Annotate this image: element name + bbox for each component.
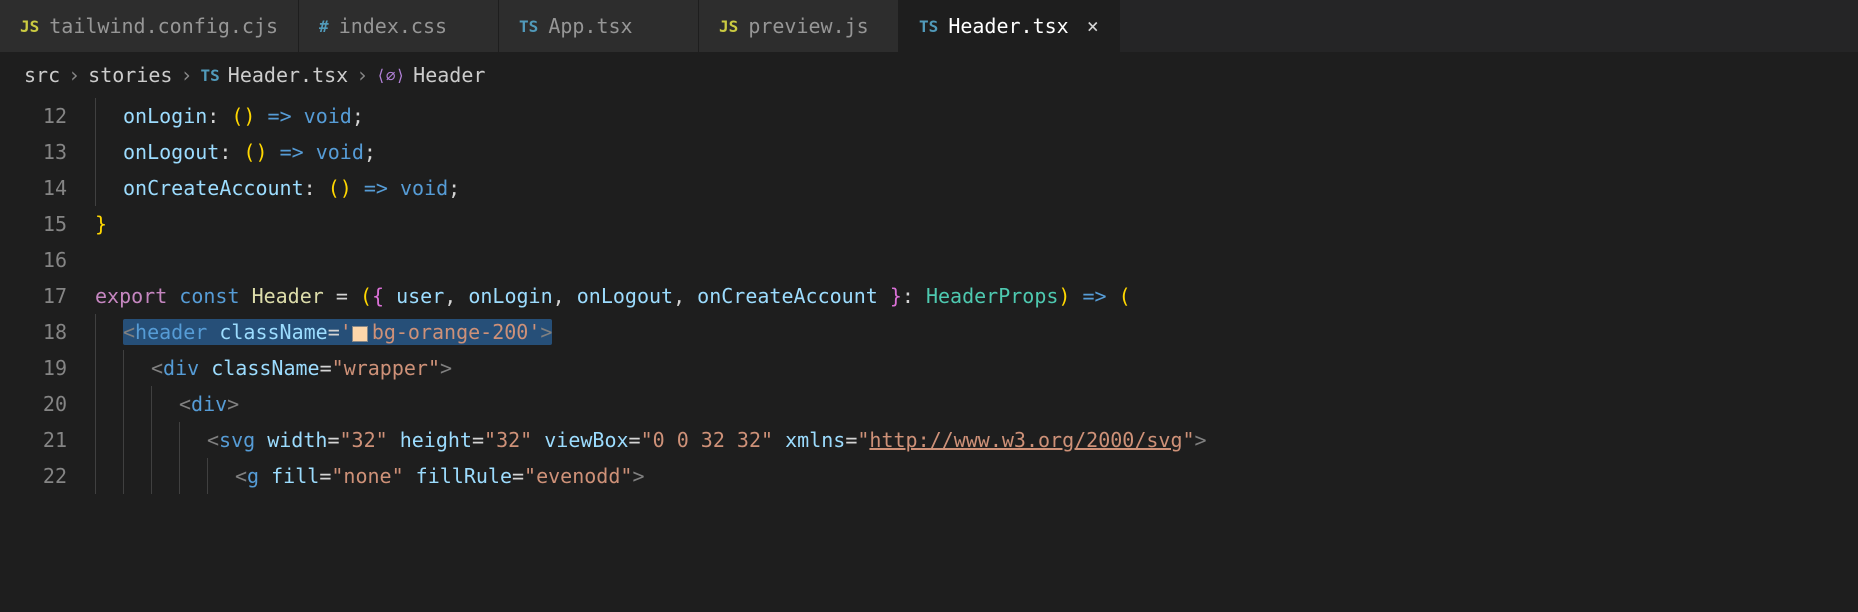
line-number: 14 [0, 176, 95, 200]
code-line[interactable]: 20 <div> [0, 386, 1858, 422]
line-number: 15 [0, 212, 95, 236]
chevron-right-icon: › [68, 63, 80, 87]
code-line[interactable]: 13 onLogout: () => void; [0, 134, 1858, 170]
tab-label: preview.js [748, 14, 868, 38]
line-number: 17 [0, 284, 95, 308]
code-line[interactable]: 14 onCreateAccount: () => void; [0, 170, 1858, 206]
code-line[interactable]: 21 <svg width="32" height="32" viewBox="… [0, 422, 1858, 458]
tab-label: index.css [339, 14, 447, 38]
ts-icon: TS [201, 66, 220, 85]
code-editor[interactable]: 12 onLogin: () => void; 13 onLogout: () … [0, 98, 1858, 494]
chevron-right-icon: › [356, 63, 368, 87]
code-line[interactable]: 17 export const Header = ({ user, onLogi… [0, 278, 1858, 314]
breadcrumb-folder[interactable]: src [24, 63, 60, 87]
tab-header-tsx[interactable]: TS Header.tsx × [899, 0, 1120, 52]
line-number: 21 [0, 428, 95, 452]
tab-app-tsx[interactable]: TS App.tsx [499, 0, 699, 52]
breadcrumb-symbol[interactable]: Header [413, 63, 485, 87]
breadcrumb[interactable]: src › stories › TS Header.tsx › ⟨⌀⟩ Head… [0, 52, 1858, 98]
code-line[interactable]: 18 <header className='bg-orange-200'> [0, 314, 1858, 350]
code-line[interactable]: 22 <g fill="none" fillRule="evenodd"> [0, 458, 1858, 494]
breadcrumb-folder[interactable]: stories [88, 63, 172, 87]
line-number: 19 [0, 356, 95, 380]
color-swatch-icon [352, 326, 368, 342]
tab-index-css[interactable]: # index.css [299, 0, 499, 52]
line-number: 20 [0, 392, 95, 416]
tab-preview-js[interactable]: JS preview.js [699, 0, 899, 52]
hash-icon: # [319, 17, 329, 36]
chevron-right-icon: › [180, 63, 192, 87]
line-number: 18 [0, 320, 95, 344]
line-number: 16 [0, 248, 95, 272]
line-number: 13 [0, 140, 95, 164]
code-line[interactable]: 16 [0, 242, 1858, 278]
tab-label: tailwind.config.cjs [49, 14, 278, 38]
js-icon: JS [719, 17, 738, 36]
line-number: 22 [0, 464, 95, 488]
tab-bar: JS tailwind.config.cjs # index.css TS Ap… [0, 0, 1858, 52]
tab-label: Header.tsx [948, 14, 1068, 38]
code-line[interactable]: 12 onLogin: () => void; [0, 98, 1858, 134]
js-icon: JS [20, 17, 39, 36]
tab-label: App.tsx [548, 14, 632, 38]
symbol-icon: ⟨⌀⟩ [376, 66, 405, 85]
ts-icon: TS [919, 17, 938, 36]
ts-icon: TS [519, 17, 538, 36]
line-number: 12 [0, 104, 95, 128]
code-line[interactable]: 15 } [0, 206, 1858, 242]
tab-tailwind-config[interactable]: JS tailwind.config.cjs [0, 0, 299, 52]
close-icon[interactable]: × [1087, 14, 1099, 38]
code-line[interactable]: 19 <div className="wrapper"> [0, 350, 1858, 386]
breadcrumb-file[interactable]: Header.tsx [228, 63, 348, 87]
